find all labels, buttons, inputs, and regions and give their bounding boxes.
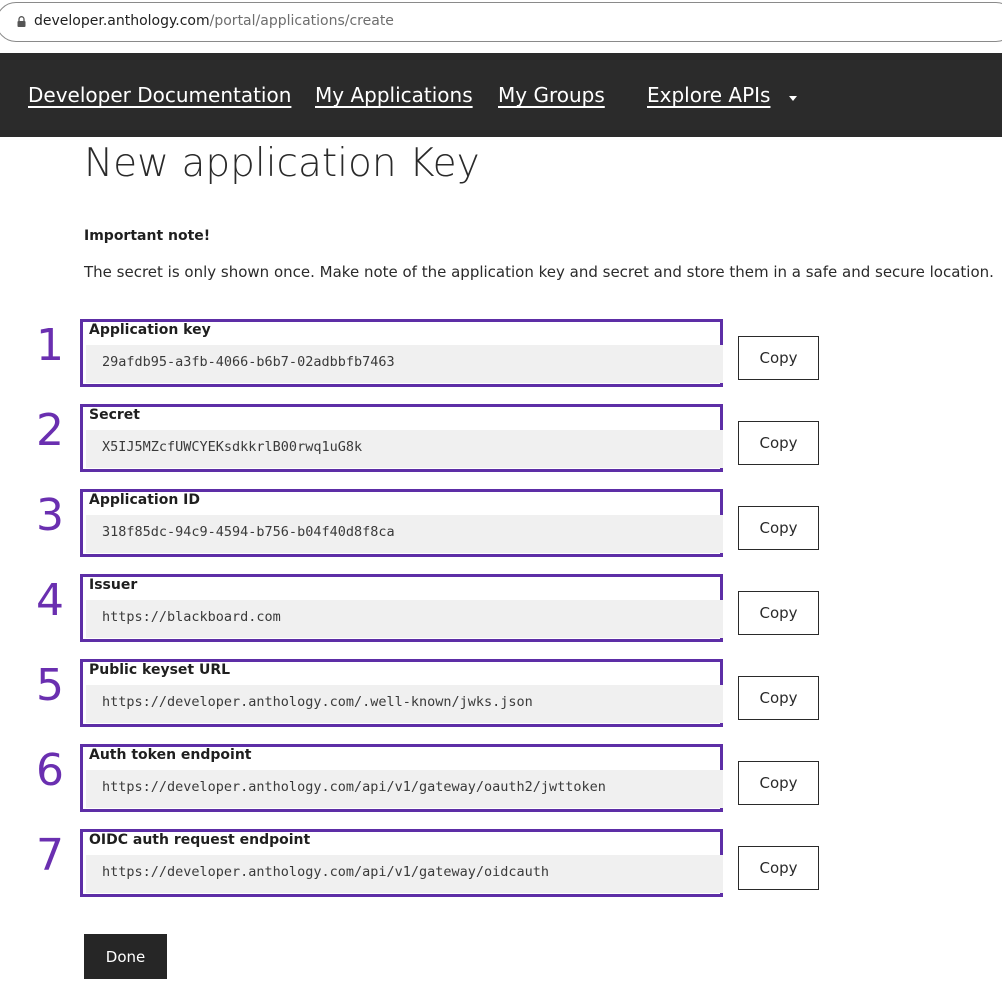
annotation-number: 6 — [36, 745, 64, 796]
field-label: Issuer — [89, 577, 138, 593]
auth-token-endpoint-value[interactable]: https://developer.anthology.com/api/v1/g… — [86, 770, 723, 808]
field-label: Public keyset URL — [89, 662, 231, 678]
issuer-value[interactable]: https://blackboard.com — [86, 600, 723, 638]
field-highlight-box: OIDC auth request endpoint https://devel… — [80, 829, 723, 897]
url-domain: developer.anthology.com — [34, 13, 210, 29]
field-highlight-box: Auth token endpoint https://developer.an… — [80, 744, 723, 812]
application-key-value[interactable]: 29afdb95-a3fb-4066-b6b7-02adbbfb7463 — [86, 345, 723, 383]
url-text[interactable]: developer.anthology.com/portal/applicati… — [34, 13, 394, 29]
field-highlight-box: Public keyset URL https://developer.anth… — [80, 659, 723, 727]
field-row-issuer: 4 Issuer https://blackboard.com Copy — [0, 574, 1002, 644]
field-highlight-box: Application key 29afdb95-a3fb-4066-b6b7-… — [80, 319, 723, 387]
important-note-text: The secret is only shown once. Make note… — [84, 263, 994, 281]
nav-developer-documentation[interactable]: Developer Documentation — [28, 83, 291, 107]
caret-down-icon[interactable] — [789, 96, 797, 101]
field-row-oidc-auth-request-endpoint: 7 OIDC auth request endpoint https://dev… — [0, 829, 1002, 899]
copy-auth-token-endpoint-button[interactable]: Copy — [738, 761, 819, 805]
important-note-heading: Important note! — [84, 228, 211, 244]
field-row-auth-token-endpoint: 6 Auth token endpoint https://developer.… — [0, 744, 1002, 814]
nav-my-applications[interactable]: My Applications — [315, 83, 473, 107]
field-label: Application key — [89, 322, 211, 338]
field-highlight-box: Issuer https://blackboard.com — [80, 574, 723, 642]
annotation-number: 3 — [36, 490, 64, 541]
copy-issuer-button[interactable]: Copy — [738, 591, 819, 635]
field-row-secret: 2 Secret X5IJ5MZcfUWCYEKsdkkrlB00rwq1uG8… — [0, 404, 1002, 474]
field-row-application-key: 1 Application key 29afdb95-a3fb-4066-b6b… — [0, 319, 1002, 389]
field-highlight-box: Application ID 318f85dc-94c9-4594-b756-b… — [80, 489, 723, 557]
done-button[interactable]: Done — [84, 934, 167, 979]
lock-icon — [17, 16, 26, 27]
annotation-number: 5 — [36, 660, 64, 711]
copy-secret-button[interactable]: Copy — [738, 421, 819, 465]
url-path: /portal/applications/create — [209, 13, 394, 29]
application-id-value[interactable]: 318f85dc-94c9-4594-b756-b04f40d8f8ca — [86, 515, 723, 553]
top-navigation: Developer Documentation My Applications … — [0, 53, 1002, 137]
field-label: Secret — [89, 407, 140, 423]
secret-value[interactable]: X5IJ5MZcfUWCYEKsdkkrlB00rwq1uG8k — [86, 430, 723, 468]
nav-my-groups[interactable]: My Groups — [498, 83, 605, 107]
field-row-public-keyset-url: 5 Public keyset URL https://developer.an… — [0, 659, 1002, 729]
oidc-auth-request-endpoint-value[interactable]: https://developer.anthology.com/api/v1/g… — [86, 855, 723, 893]
field-label: Auth token endpoint — [89, 747, 252, 763]
field-label: OIDC auth request endpoint — [89, 832, 311, 848]
field-highlight-box: Secret X5IJ5MZcfUWCYEKsdkkrlB00rwq1uG8k — [80, 404, 723, 472]
field-row-application-id: 3 Application ID 318f85dc-94c9-4594-b756… — [0, 489, 1002, 559]
nav-explore-apis[interactable]: Explore APIs — [647, 83, 770, 107]
annotation-number: 1 — [36, 320, 64, 371]
page-title: New application Key — [84, 141, 480, 186]
copy-application-key-button[interactable]: Copy — [738, 336, 819, 380]
public-keyset-url-value[interactable]: https://developer.anthology.com/.well-kn… — [86, 685, 723, 723]
field-label: Application ID — [89, 492, 201, 508]
copy-oidc-auth-request-endpoint-button[interactable]: Copy — [738, 846, 819, 890]
annotation-number: 2 — [36, 405, 64, 456]
copy-public-keyset-url-button[interactable]: Copy — [738, 676, 819, 720]
annotation-number: 7 — [36, 830, 64, 881]
annotation-number: 4 — [36, 575, 64, 626]
address-bar[interactable]: developer.anthology.com/portal/applicati… — [0, 2, 1002, 42]
copy-application-id-button[interactable]: Copy — [738, 506, 819, 550]
